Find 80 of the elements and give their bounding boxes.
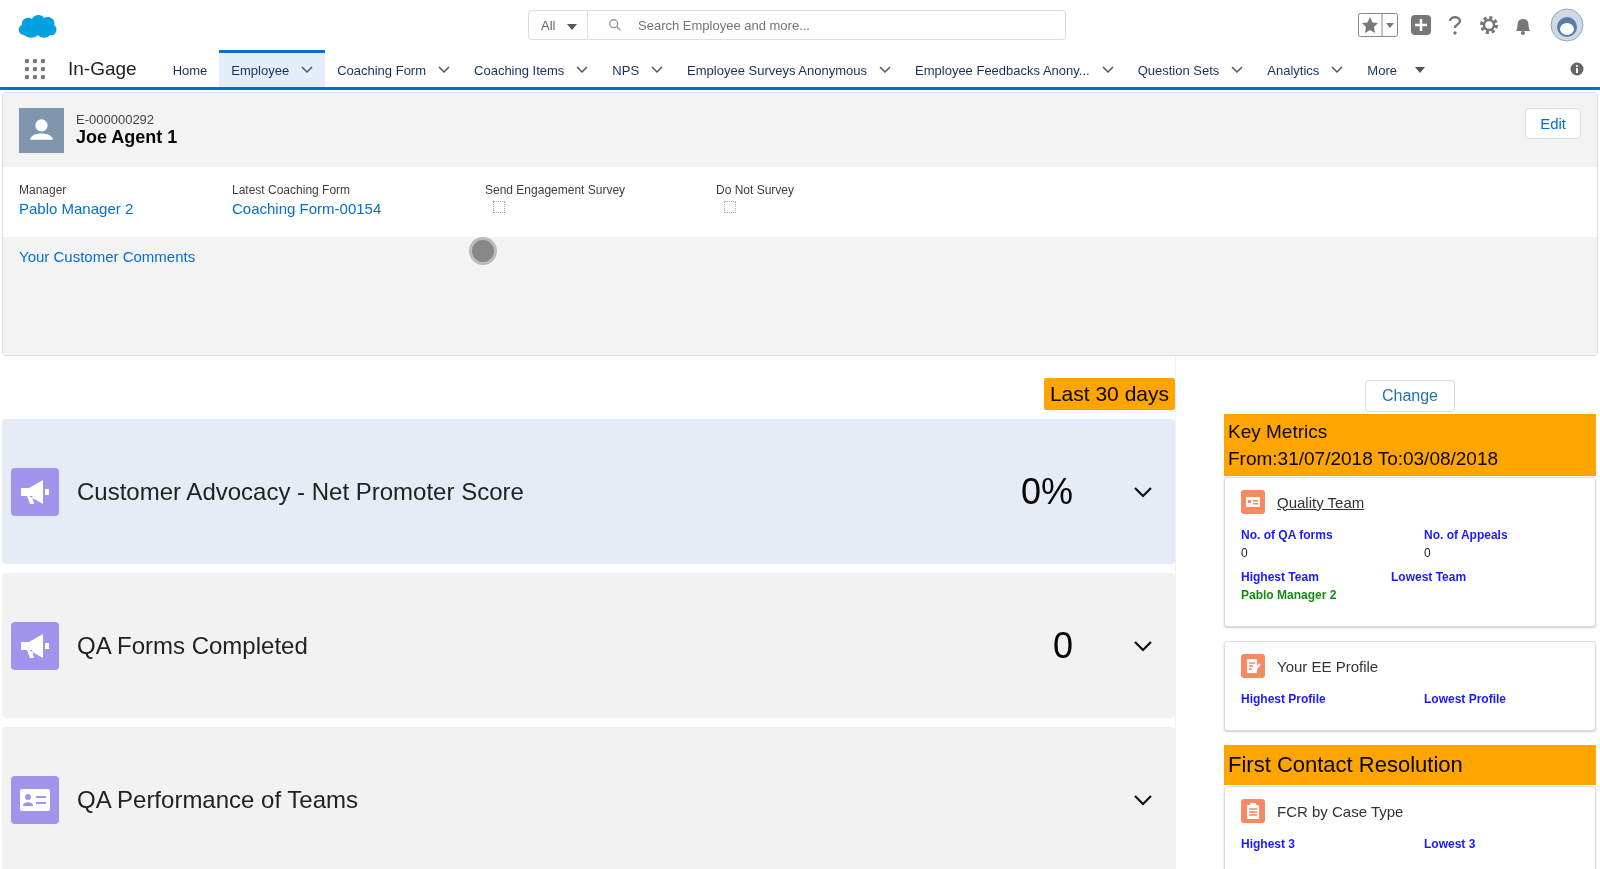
record-number: E-000000292 xyxy=(76,112,156,127)
nav-tab[interactable]: Coaching Form xyxy=(325,50,463,87)
card-title-link[interactable]: Quality Team xyxy=(1277,493,1365,511)
chevron-down-icon[interactable] xyxy=(1133,639,1153,652)
caret-down-icon[interactable] xyxy=(567,23,578,30)
chevron-down-icon[interactable] xyxy=(301,66,314,74)
field-label: Manager xyxy=(19,183,68,197)
metric-label[interactable]: Highest Profile xyxy=(1241,692,1424,706)
comments-link[interactable]: Your Customer Comments xyxy=(19,248,196,265)
chevron-down-icon[interactable] xyxy=(1331,66,1344,74)
megaphone-icon xyxy=(11,467,59,516)
cursor-dot xyxy=(469,237,497,265)
card-title: Your EE Profile xyxy=(1277,657,1379,675)
panel-value: 0 xyxy=(1052,624,1073,667)
chevron-down-icon[interactable] xyxy=(1101,66,1114,74)
nav-tab[interactable]: Employee xyxy=(219,50,326,87)
nav-tab[interactable]: Home xyxy=(160,50,220,87)
period-badge: Last 30 days xyxy=(1043,378,1175,410)
panel-title: QA Performance of Teams xyxy=(77,785,358,814)
note-edit-icon xyxy=(1241,654,1265,678)
person-icon xyxy=(19,107,64,153)
card-title: FCR by Case Type xyxy=(1277,802,1404,820)
accordion-panel[interactable]: QA Forms Completed 0 xyxy=(2,573,1175,718)
chevron-down-icon[interactable] xyxy=(651,66,664,74)
record-title: Joe Agent 1 xyxy=(76,127,178,148)
search-scope-dropdown[interactable]: All xyxy=(528,10,588,40)
app-name: In-Gage xyxy=(68,57,137,80)
search-field[interactable]: Search Employee and more... xyxy=(588,10,1066,40)
nav-tab[interactable]: Employee Feedbacks Anony... xyxy=(903,50,1126,87)
contact-card-icon xyxy=(1241,490,1265,514)
accordion-panel[interactable]: QA Performance of Teams xyxy=(2,727,1175,869)
settings-icon[interactable] xyxy=(1478,14,1500,36)
app-launcher-icon[interactable] xyxy=(24,57,46,80)
chevron-down-icon[interactable] xyxy=(1133,793,1153,806)
section-header-text: From:31/07/2018 To:03/08/2018 xyxy=(1228,447,1500,471)
metric-label[interactable]: No. of Appeals xyxy=(1424,528,1579,542)
metric-label[interactable]: No. of QA forms xyxy=(1241,528,1424,542)
metric-label[interactable]: Lowest Profile xyxy=(1424,692,1579,706)
panel-title: QA Forms Completed xyxy=(77,631,308,660)
panel-value: 0% xyxy=(1020,470,1073,513)
add-icon[interactable] xyxy=(1410,14,1432,36)
section-header-text: First Contact Resolution xyxy=(1228,751,1464,779)
avatar-icon[interactable] xyxy=(1550,8,1584,42)
metric-label[interactable]: Highest Team xyxy=(1241,570,1391,584)
metric-label[interactable]: Lowest 3 xyxy=(1424,837,1579,851)
field-link[interactable]: Pablo Manager 2 xyxy=(19,200,134,217)
change-button[interactable]: Change xyxy=(1364,380,1455,412)
caret-down-icon[interactable] xyxy=(1415,67,1425,73)
chevron-down-icon[interactable] xyxy=(438,66,451,74)
field-label: Send Engagement Survey xyxy=(485,183,627,197)
nav-tab[interactable]: Question Sets xyxy=(1125,50,1256,87)
field-label: Latest Coaching Form xyxy=(232,183,352,197)
field-label: Do Not Survey xyxy=(716,183,795,197)
nav-tab[interactable]: Employee Surveys Anonymous xyxy=(675,50,904,87)
chevron-down-icon[interactable] xyxy=(879,66,892,74)
accordion-panel[interactable]: Customer Advocacy - Net Promoter Score 0% xyxy=(2,419,1175,564)
panel-title: Customer Advocacy - Net Promoter Score xyxy=(77,477,524,506)
nav-tab[interactable]: Analytics xyxy=(1255,50,1356,87)
checkbox[interactable] xyxy=(724,201,736,213)
checkbox[interactable] xyxy=(493,201,505,213)
chevron-down-icon[interactable] xyxy=(576,66,589,74)
info-icon[interactable] xyxy=(1570,61,1584,76)
contact-card-icon xyxy=(11,775,59,824)
field-link[interactable]: Coaching Form-00154 xyxy=(232,200,382,217)
nav-tab[interactable]: Coaching Items xyxy=(462,50,601,87)
megaphone-icon xyxy=(11,621,59,670)
clipboard-icon xyxy=(1241,799,1265,823)
favorites-button[interactable] xyxy=(1358,13,1398,37)
metric-value: 0 xyxy=(1241,546,1249,560)
edit-button[interactable]: Edit xyxy=(1525,107,1581,139)
metric-label[interactable]: Lowest Team xyxy=(1391,570,1579,584)
search-icon xyxy=(608,18,622,32)
more-tab[interactable]: More xyxy=(1355,50,1437,87)
chevron-down-icon[interactable] xyxy=(1133,485,1153,498)
chevron-down-icon[interactable] xyxy=(1231,66,1244,74)
section-header-text: Key Metrics xyxy=(1228,420,1329,444)
nav-tab[interactable]: NPS xyxy=(600,50,676,87)
metric-value: Pablo Manager 2 xyxy=(1241,588,1338,602)
metric-label[interactable]: Highest 3 xyxy=(1241,837,1424,851)
metric-value: 0 xyxy=(1424,546,1432,560)
